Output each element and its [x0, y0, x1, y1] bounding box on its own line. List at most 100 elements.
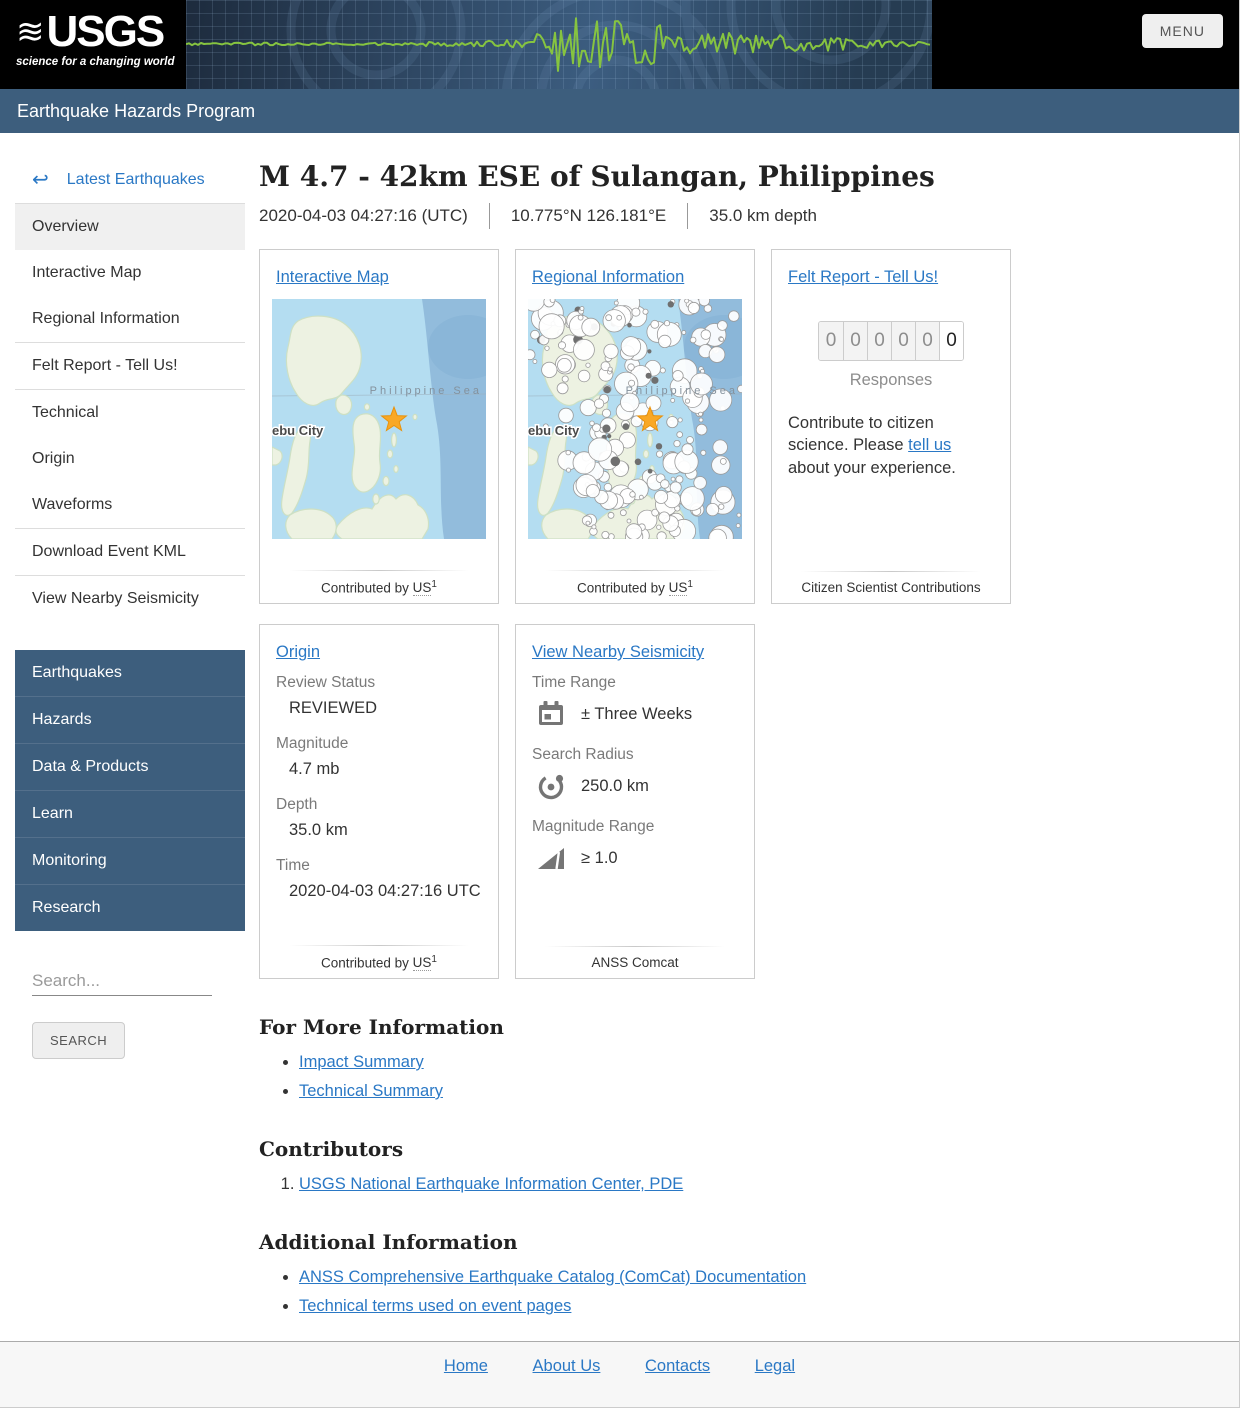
- magnitude-range-value: ≥ 1.0: [581, 849, 618, 868]
- header-right: MENU: [932, 0, 1239, 89]
- interactive-map-card: Interactive Map Philippine Sea ebu City: [259, 249, 499, 604]
- nearby-seismicity-card: View Nearby Seismicity Time Range ± Thre…: [515, 624, 755, 979]
- sidebar-item-regional-information[interactable]: Regional Information: [15, 296, 245, 342]
- sidebar-item-origin[interactable]: Origin: [15, 436, 245, 482]
- card-footer: Contributed by US1: [528, 570, 742, 596]
- map-image: Philippine Sea ebu City: [272, 299, 486, 539]
- magnitude-label: Magnitude: [276, 735, 482, 753]
- back-arrow-icon: ↩: [32, 173, 49, 187]
- site-footer: Home About Us Contacts Legal: [0, 1341, 1239, 1407]
- contributor-abbr[interactable]: US: [669, 580, 688, 596]
- sitenav-earthquakes[interactable]: Earthquakes: [15, 650, 245, 697]
- back-to-latest-earthquakes-link[interactable]: ↩ Latest Earthquakes: [15, 163, 245, 203]
- technical-terms-link[interactable]: Technical terms used on event pages: [299, 1297, 571, 1315]
- regional-information-link[interactable]: Regional Information: [532, 268, 684, 287]
- main-content: M 4.7 - 42km ESE of Sulangan, Philippine…: [245, 133, 1239, 1360]
- card-footer: Contributed by US1: [272, 945, 486, 971]
- card-footer: ANSS Comcat: [528, 946, 742, 970]
- time-label: Time: [276, 857, 482, 875]
- sidebar-item-overview[interactable]: Overview: [15, 204, 245, 250]
- list-item: Technical Summary: [299, 1082, 1224, 1101]
- time-range-value: ± Three Weeks: [581, 705, 692, 724]
- depth-label: Depth: [276, 796, 482, 814]
- map-label-city: ebu City: [272, 423, 324, 438]
- magnitude-range-label: Magnitude Range: [532, 818, 738, 836]
- sidebar-item-download-event-kml[interactable]: Download Event KML: [15, 529, 245, 575]
- footer-legal-link[interactable]: Legal: [755, 1357, 795, 1375]
- search-radius-value: 250.0 km: [581, 777, 649, 796]
- for-more-information-heading: For More Information: [259, 1015, 1224, 1039]
- usgs-logo-text: USGS: [47, 10, 164, 54]
- origin-card: Origin Review Status REVIEWED Magnitude …: [259, 624, 499, 979]
- additional-information-list: ANSS Comprehensive Earthquake Catalog (C…: [259, 1268, 1224, 1316]
- sitenav-learn[interactable]: Learn: [15, 791, 245, 838]
- calendar-icon: [536, 699, 566, 729]
- sitenav-data-products[interactable]: Data & Products: [15, 744, 245, 791]
- usgs-tagline: science for a changing world: [16, 56, 186, 68]
- contributors-list: USGS National Earthquake Information Cen…: [259, 1175, 1224, 1194]
- map-image: Philippine Sea ebu City: [528, 299, 742, 539]
- time-value: 2020-04-03 04:27:16 UTC: [276, 882, 482, 901]
- origin-link[interactable]: Origin: [276, 643, 320, 662]
- event-depth: 35.0 km depth: [709, 206, 817, 226]
- map-label-city: ebu City: [528, 423, 580, 438]
- sidebar-item-technical[interactable]: Technical: [15, 390, 245, 436]
- tell-us-link[interactable]: tell us: [908, 436, 951, 454]
- sidebar-item-interactive-map[interactable]: Interactive Map: [15, 250, 245, 296]
- list-item: Impact Summary: [299, 1053, 1224, 1072]
- event-time: 2020-04-03 04:27:16 (UTC): [259, 206, 468, 226]
- review-status-value: REVIEWED: [276, 699, 482, 718]
- list-item: USGS National Earthquake Information Cen…: [299, 1175, 1224, 1194]
- magnitude-icon: [536, 843, 566, 873]
- additional-information-heading: Additional Information: [259, 1230, 1224, 1254]
- usgs-logo[interactable]: ≋ USGS science for a changing world: [0, 0, 186, 89]
- felt-report-card: Felt Report - Tell Us! 0 0 0 0 0 0 Respo…: [771, 249, 1011, 604]
- search-input[interactable]: [32, 967, 212, 996]
- contributor-abbr[interactable]: US: [413, 580, 432, 596]
- program-bar-title: Earthquake Hazards Program: [0, 89, 1239, 133]
- sidebar-item-felt-report[interactable]: Felt Report - Tell Us!: [15, 343, 245, 389]
- sitenav-hazards[interactable]: Hazards: [15, 697, 245, 744]
- responses-label: Responses: [784, 371, 998, 390]
- event-meta: 2020-04-03 04:27:16 (UTC) 10.775°N 126.1…: [259, 203, 1224, 229]
- impact-summary-link[interactable]: Impact Summary: [299, 1053, 424, 1071]
- regional-map-thumbnail[interactable]: Philippine Sea ebu City: [528, 299, 742, 539]
- list-item: ANSS Comprehensive Earthquake Catalog (C…: [299, 1268, 1224, 1287]
- card-footer: Contributed by US1: [272, 570, 486, 596]
- sitenav-research[interactable]: Research: [15, 885, 245, 931]
- interactive-map-link[interactable]: Interactive Map: [276, 268, 389, 287]
- usgs-waves-icon: ≋: [16, 17, 43, 47]
- felt-report-link[interactable]: Felt Report - Tell Us!: [788, 268, 938, 287]
- review-status-label: Review Status: [276, 674, 482, 692]
- footer-contacts-link[interactable]: Contacts: [645, 1357, 710, 1375]
- search-radius-label: Search Radius: [532, 746, 738, 764]
- view-nearby-seismicity-link[interactable]: View Nearby Seismicity: [532, 643, 704, 662]
- sitenav-monitoring[interactable]: Monitoring: [15, 838, 245, 885]
- divider: [489, 203, 490, 229]
- site-header: ≋ USGS science for a changing world MENU: [0, 0, 1239, 89]
- comcat-documentation-link[interactable]: ANSS Comprehensive Earthquake Catalog (C…: [299, 1268, 806, 1286]
- sidebar: ↩ Latest Earthquakes Overview Interactiv…: [15, 133, 245, 1059]
- event-title: M 4.7 - 42km ESE of Sulangan, Philippine…: [259, 160, 1224, 193]
- search-button[interactable]: SEARCH: [32, 1022, 125, 1059]
- technical-summary-link[interactable]: Technical Summary: [299, 1082, 443, 1100]
- time-range-label: Time Range: [532, 674, 738, 692]
- sidebar-item-view-nearby-seismicity[interactable]: View Nearby Seismicity: [15, 576, 245, 622]
- depth-value: 35.0 km: [276, 821, 482, 840]
- contributor-abbr[interactable]: US: [413, 955, 432, 971]
- card-footer: Citizen Scientist Contributions: [784, 571, 998, 595]
- radius-icon: [536, 771, 566, 801]
- magnitude-value: 4.7 mb: [276, 760, 482, 779]
- footer-about-link[interactable]: About Us: [533, 1357, 601, 1375]
- menu-button[interactable]: MENU: [1142, 14, 1223, 48]
- responses-counter: 0 0 0 0 0 0: [818, 321, 964, 361]
- list-item: Technical terms used on event pages: [299, 1297, 1224, 1316]
- footer-home-link[interactable]: Home: [444, 1357, 488, 1375]
- divider: [687, 203, 688, 229]
- sidebar-item-waveforms[interactable]: Waveforms: [15, 482, 245, 528]
- contributor-neic-link[interactable]: USGS National Earthquake Information Cen…: [299, 1175, 683, 1193]
- interactive-map-thumbnail[interactable]: Philippine Sea ebu City: [272, 299, 486, 539]
- event-coordinates: 10.775°N 126.181°E: [511, 206, 666, 226]
- regional-information-card: Regional Information Philippine Sea ebu …: [515, 249, 755, 604]
- contributors-heading: Contributors: [259, 1137, 1224, 1161]
